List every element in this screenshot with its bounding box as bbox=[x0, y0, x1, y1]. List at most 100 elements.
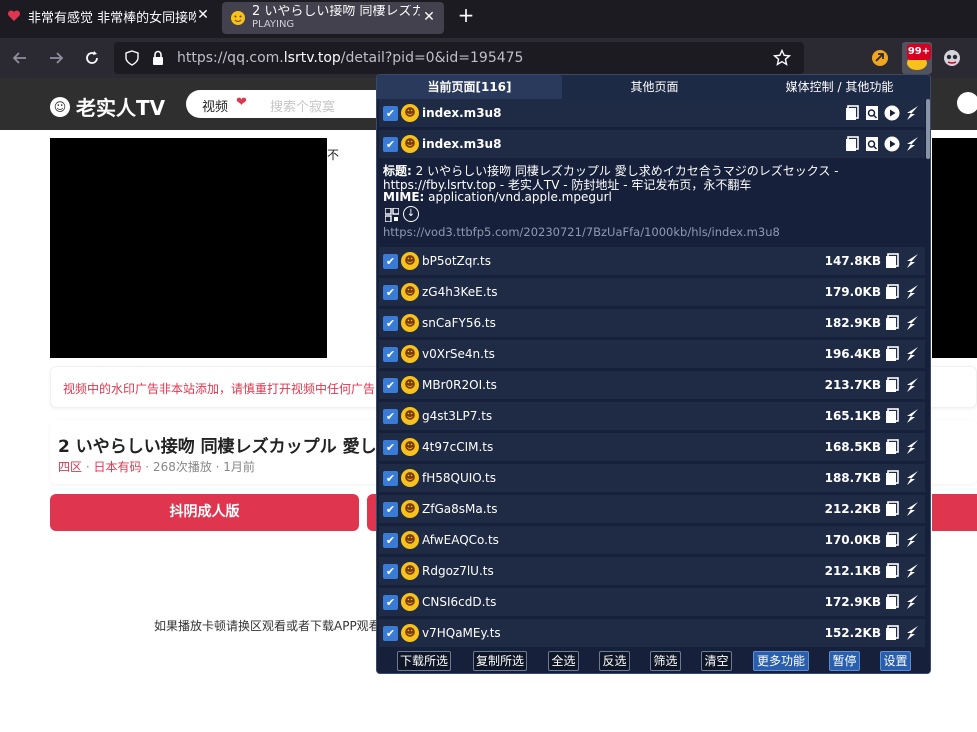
copy-icon[interactable] bbox=[884, 315, 900, 331]
video-player[interactable] bbox=[50, 138, 327, 358]
ts-row[interactable]: ✔ ☻ ZfGa8sMa.ts 212.2KB bbox=[379, 495, 925, 524]
ts-row[interactable]: ✔ ☻ fH58QUIO.ts 188.7KB bbox=[379, 464, 925, 493]
copy-icon[interactable] bbox=[884, 346, 900, 362]
browser-tab-1[interactable]: 非常有感觉 非常棒的女同接吻 ✕ bbox=[0, 0, 218, 32]
extension-icon[interactable] bbox=[870, 48, 890, 68]
inspect-icon[interactable] bbox=[864, 105, 880, 121]
lock-icon[interactable] bbox=[148, 48, 168, 68]
ts-row[interactable]: ✔ ☻ MBr0R2OI.ts 213.7KB bbox=[379, 371, 925, 400]
download-icon[interactable] bbox=[904, 253, 920, 269]
browser-tab-2[interactable]: 2 いやらしい接吻 同棲レズカ PLAYING ✕ bbox=[222, 2, 444, 34]
settings-button[interactable]: 设置 bbox=[880, 651, 911, 671]
invert-selection-button[interactable]: 反选 bbox=[599, 651, 630, 671]
ts-row[interactable]: ✔ ☻ 4t97cCIM.ts 168.5KB bbox=[379, 433, 925, 462]
download-icon[interactable] bbox=[904, 377, 920, 393]
download-icon[interactable] bbox=[904, 136, 920, 152]
play-icon[interactable] bbox=[884, 105, 900, 121]
download-icon[interactable] bbox=[904, 470, 920, 486]
search-box[interactable]: 视频 ❤ 搜索个寂寞 bbox=[186, 90, 386, 118]
ts-row[interactable]: ✔ ☻ CNSI6cdD.ts 172.9KB bbox=[379, 588, 925, 617]
reload-icon[interactable] bbox=[82, 48, 102, 68]
bookmark-star-icon[interactable] bbox=[772, 48, 792, 68]
profile-icon[interactable] bbox=[942, 48, 962, 68]
url-bar[interactable]: https://qq.com.lsrtv.top/detail?pid=0&id… bbox=[114, 42, 804, 74]
download-icon[interactable] bbox=[904, 408, 920, 424]
row-checkbox[interactable]: ✔ bbox=[383, 440, 398, 455]
clear-button[interactable]: 清空 bbox=[701, 651, 732, 671]
save-circle-icon[interactable]: ↓ bbox=[403, 206, 419, 222]
row-checkbox[interactable]: ✔ bbox=[383, 564, 398, 579]
new-tab-icon[interactable]: + bbox=[456, 5, 476, 26]
search-input[interactable]: 搜索个寂寞 bbox=[270, 96, 335, 115]
copy-icon[interactable] bbox=[884, 594, 900, 610]
copy-icon[interactable] bbox=[884, 439, 900, 455]
scrollbar-thumb[interactable] bbox=[926, 99, 930, 159]
row-checkbox[interactable]: ✔ bbox=[383, 471, 398, 486]
ts-row[interactable]: ✔ ☻ snCaFY56.ts 182.9KB bbox=[379, 309, 925, 338]
row-checkbox[interactable]: ✔ bbox=[383, 533, 398, 548]
row-checkbox[interactable]: ✔ bbox=[383, 285, 398, 300]
download-icon[interactable] bbox=[904, 625, 920, 641]
row-checkbox[interactable]: ✔ bbox=[383, 106, 398, 121]
ts-row[interactable]: ✔ ☻ v0XrSe4n.ts 196.4KB bbox=[379, 340, 925, 369]
detail-url[interactable]: https://vod3.ttbfp5.com/20230721/7BzUaFf… bbox=[383, 225, 780, 239]
pause-button[interactable]: 暂停 bbox=[829, 651, 860, 671]
copy-icon[interactable] bbox=[844, 136, 860, 152]
row-checkbox[interactable]: ✔ bbox=[383, 316, 398, 331]
copy-icon[interactable] bbox=[884, 625, 900, 641]
download-icon[interactable] bbox=[904, 315, 920, 331]
copy-selected-button[interactable]: 复制所选 bbox=[473, 651, 527, 671]
row-checkbox[interactable]: ✔ bbox=[383, 378, 398, 393]
inspect-icon[interactable] bbox=[864, 136, 880, 152]
download-icon[interactable] bbox=[904, 594, 920, 610]
download-icon[interactable] bbox=[904, 346, 920, 362]
download-icon[interactable] bbox=[904, 563, 920, 579]
more-features-button[interactable]: 更多功能 bbox=[753, 651, 809, 671]
row-checkbox[interactable]: ✔ bbox=[383, 347, 398, 362]
back-icon[interactable] bbox=[10, 48, 30, 68]
filter-button[interactable]: 筛选 bbox=[650, 651, 681, 671]
ts-row[interactable]: ✔ ☻ zG4h3KeE.ts 179.0KB bbox=[379, 278, 925, 307]
tab-media-control[interactable]: 媒体控制 / 其他功能 bbox=[747, 75, 930, 99]
download-selected-button[interactable]: 下载所选 bbox=[397, 651, 451, 671]
row-checkbox[interactable]: ✔ bbox=[383, 626, 398, 641]
ts-row[interactable]: ✔ ☻ v7HQaMEy.ts 152.2KB bbox=[379, 619, 925, 648]
close-tab-icon[interactable]: ✕ bbox=[196, 8, 210, 22]
tab-current-page[interactable]: 当前页面[116] bbox=[377, 75, 562, 99]
copy-icon[interactable] bbox=[884, 253, 900, 269]
region-link[interactable]: 四区 bbox=[58, 460, 82, 474]
row-checkbox[interactable]: ✔ bbox=[383, 409, 398, 424]
user-icon[interactable] bbox=[957, 92, 977, 114]
row-checkbox[interactable]: ✔ bbox=[383, 595, 398, 610]
copy-icon[interactable] bbox=[884, 408, 900, 424]
ts-row[interactable]: ✔ ☻ g4st3LP7.ts 165.1KB bbox=[379, 402, 925, 431]
copy-icon[interactable] bbox=[884, 501, 900, 517]
download-icon[interactable] bbox=[904, 501, 920, 517]
ts-row[interactable]: ✔ ☻ AfwEAQCo.ts 170.0KB bbox=[379, 526, 925, 555]
row-checkbox[interactable]: ✔ bbox=[383, 137, 398, 152]
copy-icon[interactable] bbox=[884, 284, 900, 300]
copy-icon[interactable] bbox=[884, 377, 900, 393]
close-tab-icon[interactable]: ✕ bbox=[422, 10, 436, 24]
shield-icon[interactable] bbox=[122, 48, 142, 68]
row-checkbox[interactable]: ✔ bbox=[383, 254, 398, 269]
download-icon[interactable] bbox=[904, 105, 920, 121]
ts-row[interactable]: ✔ ☻ Rdgoz7lU.ts 212.1KB bbox=[379, 557, 925, 586]
qrcode-icon[interactable] bbox=[384, 207, 400, 223]
media-row[interactable]: ✔ ☻ index.m3u8 bbox=[379, 130, 925, 159]
play-icon[interactable] bbox=[884, 136, 900, 152]
ad-button[interactable]: 抖阴成人版 bbox=[50, 494, 359, 531]
copy-icon[interactable] bbox=[884, 563, 900, 579]
row-checkbox[interactable]: ✔ bbox=[383, 502, 398, 517]
search-category-select[interactable]: 视频 bbox=[202, 96, 228, 115]
copy-icon[interactable] bbox=[884, 532, 900, 548]
ts-row[interactable]: ✔ ☻ bP5otZqr.ts 147.8KB bbox=[379, 247, 925, 276]
select-all-button[interactable]: 全选 bbox=[548, 651, 579, 671]
ad-button-3[interactable] bbox=[932, 494, 977, 531]
media-sniffer-extension-button[interactable]: 99+ bbox=[902, 42, 932, 74]
copy-icon[interactable] bbox=[844, 105, 860, 121]
download-icon[interactable] bbox=[904, 439, 920, 455]
copy-icon[interactable] bbox=[884, 470, 900, 486]
media-row[interactable]: ✔ ☻ index.m3u8 bbox=[379, 99, 925, 128]
download-icon[interactable] bbox=[904, 532, 920, 548]
